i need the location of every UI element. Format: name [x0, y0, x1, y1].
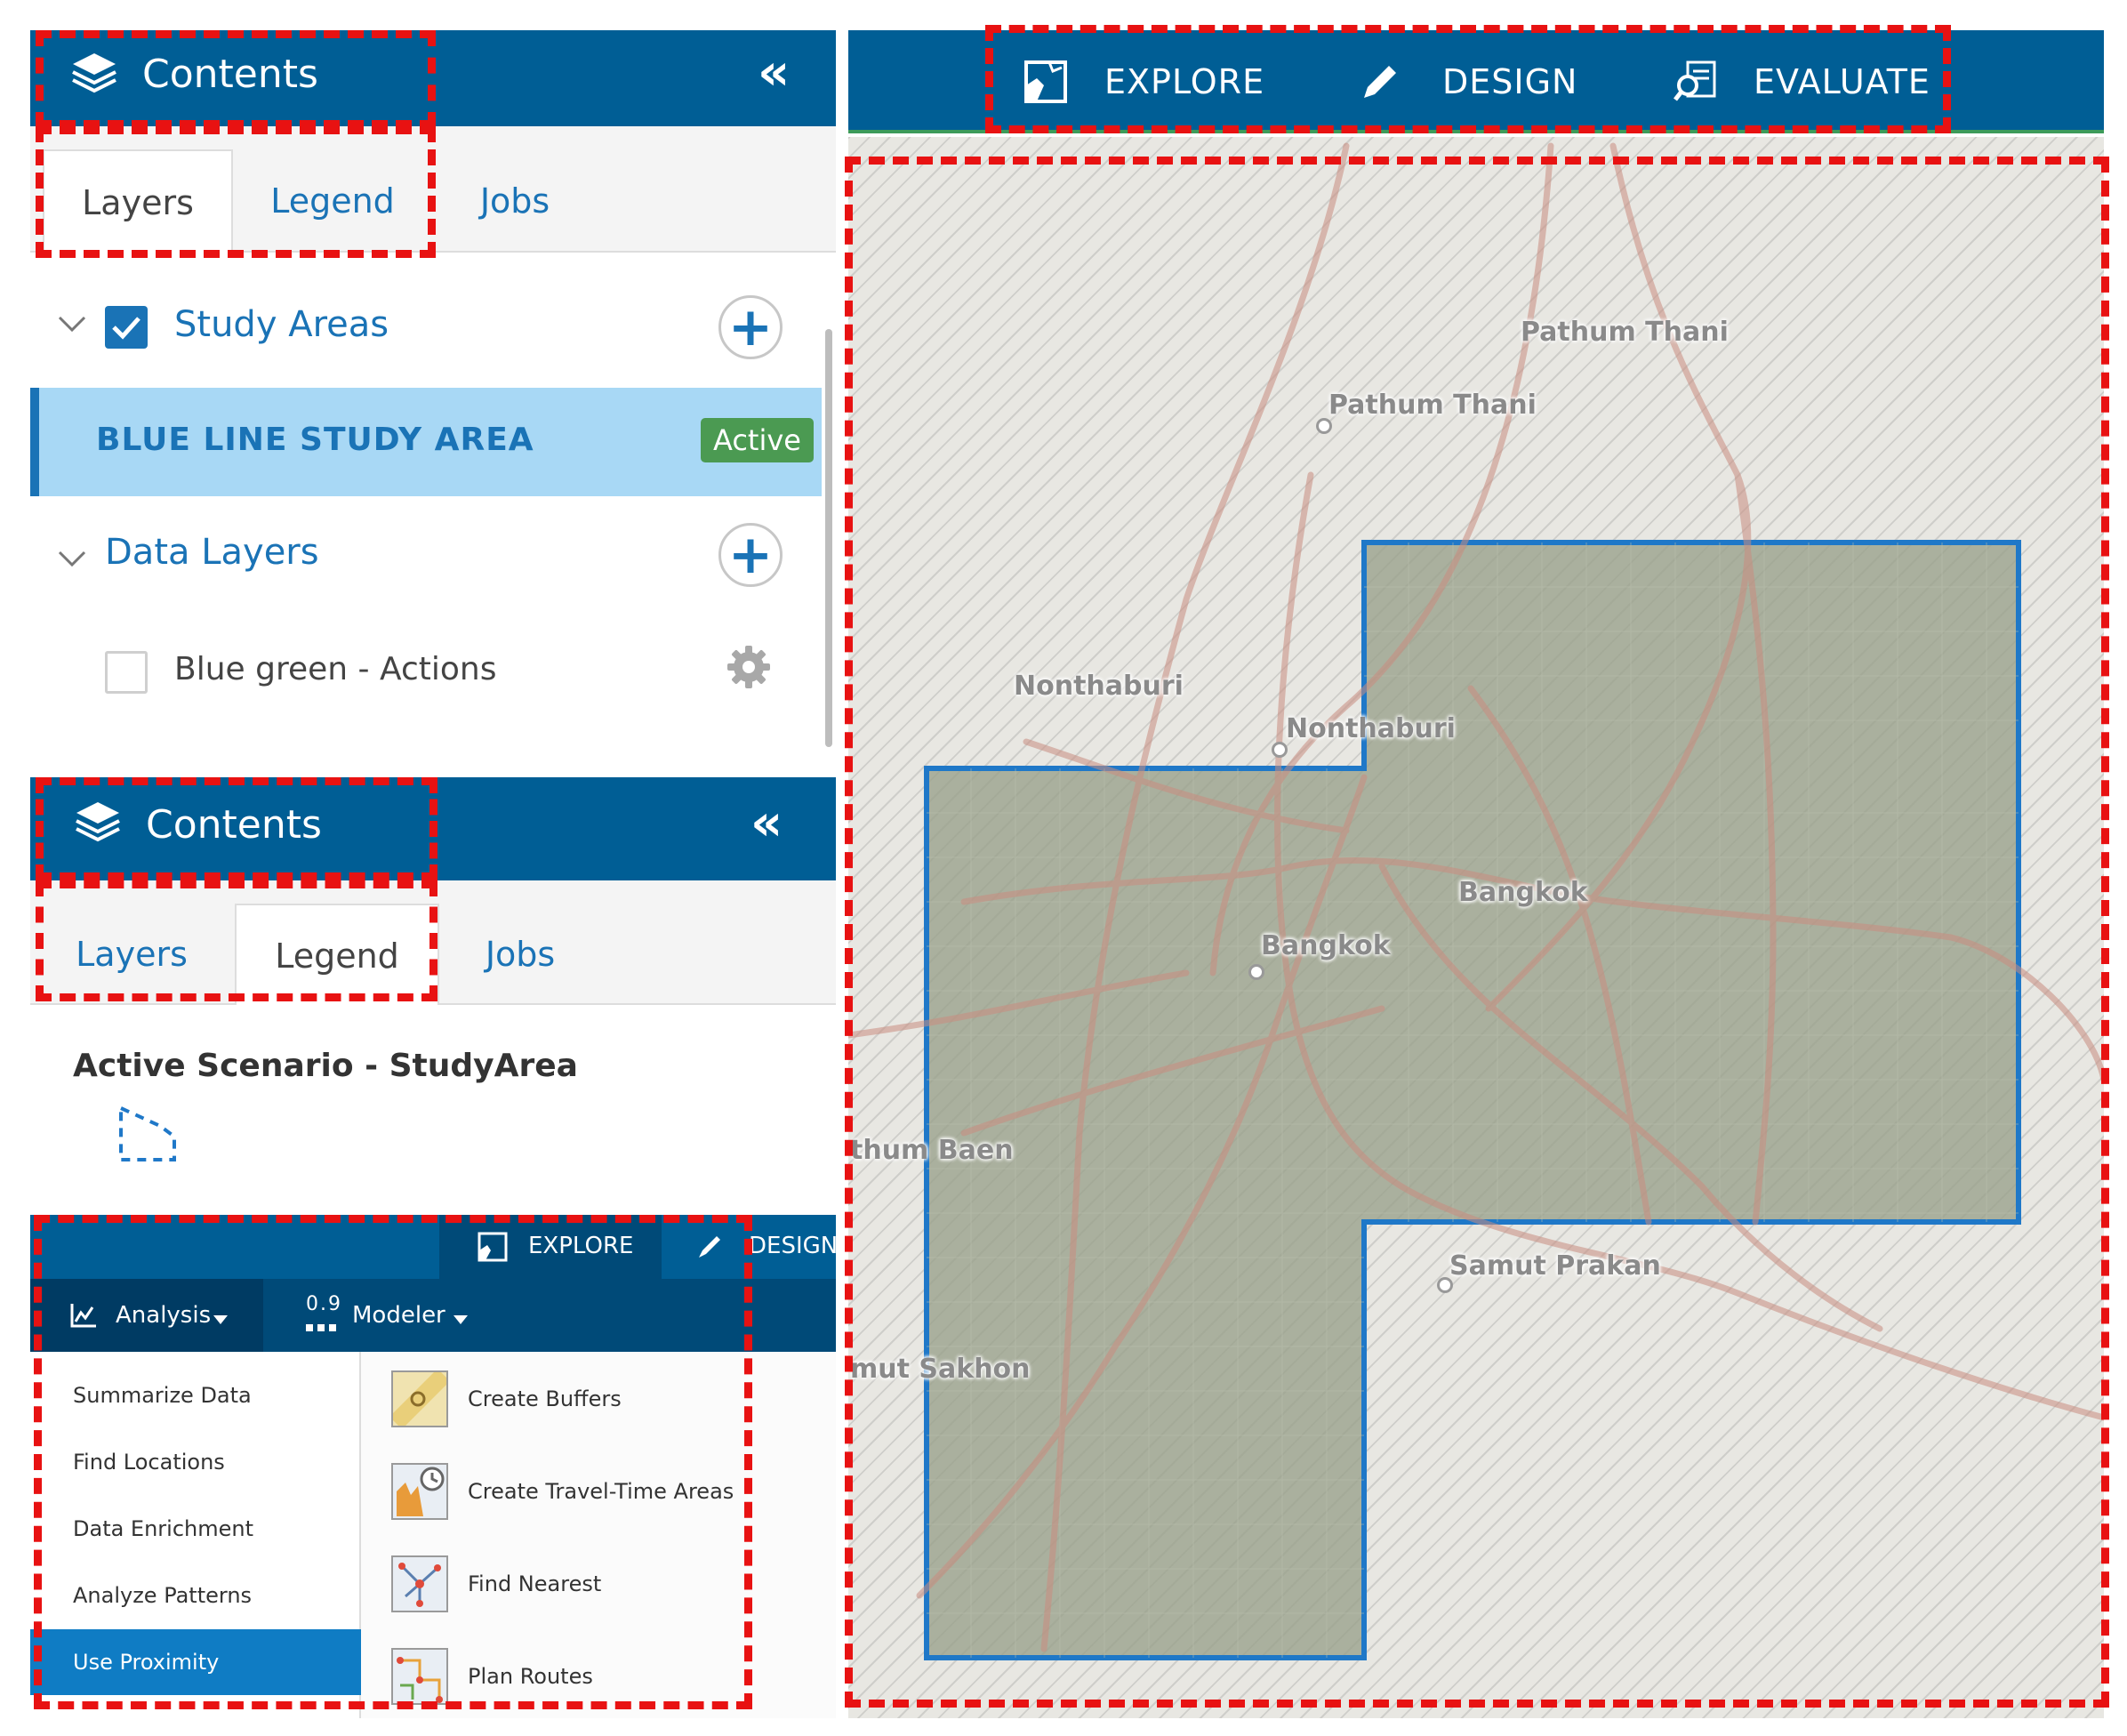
layer-list: Study Areas + BLUE LINE STUDY AREA Activ… — [30, 267, 836, 747]
tab-explore-label: EXPLORE — [528, 1233, 634, 1259]
collapse-panel-button[interactable]: « — [750, 799, 783, 848]
tab-jobs[interactable]: Jobs — [445, 904, 596, 1005]
layers-stack-icon — [73, 797, 123, 847]
place-label: thum Baen — [850, 1135, 1014, 1166]
plan-routes-label: Plan Routes — [468, 1664, 593, 1689]
analysis-menu-button[interactable]: Analysis — [30, 1279, 263, 1352]
analysis-menu-label: Analysis — [116, 1302, 212, 1329]
place-label: Pathum Thani — [1328, 390, 1537, 421]
place-dot — [1316, 418, 1332, 434]
place-dot — [1272, 742, 1288, 758]
tab-jobs[interactable]: Jobs — [439, 149, 590, 253]
create-travel-time-areas-label: Create Travel-Time Areas — [468, 1479, 734, 1504]
layers-stack-icon — [69, 48, 119, 98]
place-label: Bangkok — [1458, 877, 1588, 908]
legend-title: Active Scenario - StudyArea — [73, 1048, 578, 1084]
explore-map-icon — [1023, 59, 1069, 108]
panel1-tabstrip: Layers Legend Jobs — [30, 126, 836, 254]
nav-design[interactable]: DESIGN — [1359, 53, 1590, 110]
tool-find-nearest[interactable]: Find Nearest — [391, 1544, 601, 1624]
data-layers-label: Data Layers — [105, 532, 319, 573]
place-dot — [1437, 1277, 1453, 1293]
collapse-panel-button[interactable]: « — [758, 48, 790, 98]
place-dot — [1248, 964, 1264, 980]
nav-evaluate[interactable]: EVALUATE — [1674, 53, 1940, 110]
place-label: mut Sakhon — [850, 1354, 1031, 1385]
create-buffers-label: Create Buffers — [468, 1386, 622, 1411]
tool-create-buffers[interactable]: Create Buffers — [391, 1359, 622, 1439]
tab-legend[interactable]: Legend — [244, 149, 421, 253]
contents-title: Contents — [142, 52, 318, 97]
modeler-menu-label[interactable]: Modeler — [352, 1302, 445, 1329]
study-areas-checkbox[interactable] — [105, 306, 148, 349]
analysis-menubar: Analysis 0.9 Modeler — [30, 1279, 836, 1352]
category-data-enrichment[interactable]: Data Enrichment — [30, 1496, 361, 1562]
contents-title: Contents — [146, 802, 322, 848]
study-areas-label: Study Areas — [174, 304, 389, 345]
evaluate-search-doc-icon — [1674, 59, 1720, 108]
chevron-down-icon[interactable] — [57, 544, 87, 575]
analysis-chart-icon — [69, 1302, 98, 1332]
create-buffers-icon — [391, 1370, 448, 1427]
add-data-layer-button[interactable]: + — [718, 523, 783, 587]
gear-icon[interactable] — [724, 642, 774, 695]
find-nearest-label: Find Nearest — [468, 1571, 602, 1596]
plan-routes-icon — [391, 1648, 448, 1705]
tab-design-label[interactable]: DESIGN — [749, 1233, 838, 1259]
category-find-locations[interactable]: Find Locations — [30, 1429, 361, 1495]
contents-header: Contents « — [30, 30, 836, 126]
nav-evaluate-label: EVALUATE — [1754, 62, 1930, 101]
active-badge: Active — [701, 418, 814, 462]
tool-create-travel-time-areas[interactable]: Create Travel-Time Areas — [391, 1451, 734, 1531]
category-list: Summarize Data Find Locations Data Enric… — [30, 1352, 361, 1718]
place-label: Bangkok — [1261, 930, 1391, 961]
nav-explore-label: EXPLORE — [1104, 62, 1265, 101]
category-use-proximity[interactable]: Use Proximity — [30, 1629, 361, 1695]
place-label: Pathum Thani — [1521, 317, 1729, 348]
blue-green-actions-checkbox[interactable] — [105, 651, 148, 694]
map-nav-bar: EXPLORE DESIGN EVALUATE — [848, 30, 2104, 133]
tab-layers[interactable]: Layers — [43, 904, 221, 1005]
nav-explore[interactable]: EXPLORE — [1023, 53, 1289, 110]
study-area-name: BLUE LINE STUDY AREA — [96, 422, 534, 458]
create-travel-time-areas-icon — [391, 1463, 448, 1520]
map-basemap — [848, 142, 2104, 1660]
caret-down-icon — [213, 1311, 228, 1328]
modeler-dots-icon — [306, 1320, 338, 1337]
study-area-legend-icon — [116, 1101, 180, 1169]
place-label: Samut Prakan — [1449, 1250, 1661, 1282]
modeler-prefix: 0.9 — [306, 1293, 342, 1315]
study-area-row[interactable]: BLUE LINE STUDY AREA Active — [30, 388, 822, 496]
scrollbar[interactable] — [825, 329, 832, 747]
blue-green-actions-label: Blue green - Actions — [174, 651, 497, 687]
category-summarize-data[interactable]: Summarize Data — [30, 1362, 361, 1428]
contents-header: Contents « — [30, 777, 836, 880]
chevron-down-icon[interactable] — [57, 309, 87, 341]
analysis-topbar: EXPLORE DESIGN — [30, 1215, 838, 1279]
explore-map-icon — [477, 1231, 509, 1266]
find-nearest-icon — [391, 1555, 448, 1612]
pencil-icon — [1359, 60, 1401, 107]
place-label: Nonthaburi — [1286, 713, 1456, 744]
tab-explore[interactable]: EXPLORE — [439, 1215, 662, 1279]
tool-plan-routes[interactable]: Plan Routes — [391, 1636, 593, 1716]
place-label: Nonthaburi — [1014, 671, 1184, 702]
map-view[interactable]: Pathum Thani Pathum Thani Nonthaburi Non… — [848, 137, 2104, 1718]
add-study-area-button[interactable]: + — [718, 295, 783, 359]
tool-list: Create Buffers Create Travel-Time Areas … — [391, 1352, 836, 1718]
pencil-icon — [695, 1233, 724, 1265]
tab-legend[interactable]: Legend — [235, 904, 439, 1007]
category-analyze-patterns[interactable]: Analyze Patterns — [30, 1563, 361, 1628]
nav-design-label: DESIGN — [1442, 62, 1578, 101]
legend-content: Active Scenario - StudyArea — [30, 1005, 836, 1183]
caret-down-icon — [453, 1311, 468, 1328]
tab-layers[interactable]: Layers — [43, 149, 233, 254]
panel2-tabstrip: Layers Legend Jobs — [30, 880, 836, 1007]
analysis-dropdown: Summarize Data Find Locations Data Enric… — [30, 1352, 836, 1718]
